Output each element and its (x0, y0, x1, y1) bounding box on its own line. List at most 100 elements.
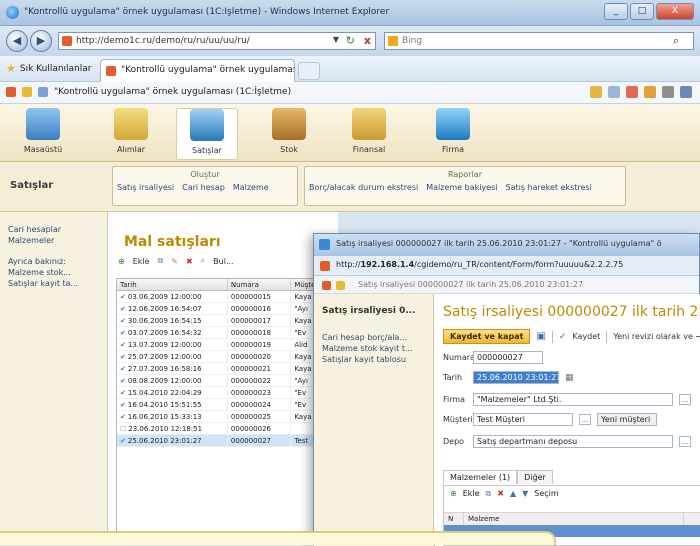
add-icon[interactable]: ⊕ (118, 257, 125, 266)
column-header-number[interactable]: Numara (228, 279, 292, 290)
add-button[interactable]: Ekle (133, 257, 150, 266)
add-icon[interactable]: ⊕ (450, 489, 457, 499)
ribbon-desktop[interactable]: Masaüstü (12, 108, 74, 160)
warehouse-lookup-button[interactable]: ... (679, 436, 691, 447)
delete-icon[interactable]: ✖ (186, 257, 193, 266)
firm-lookup-button[interactable]: ... (679, 394, 691, 405)
column-header-material[interactable]: Malzeme (464, 513, 684, 525)
nav-material-stock[interactable]: Malzeme stok kayıt t... (322, 343, 425, 354)
nav-materials[interactable]: Malzemeler (8, 235, 99, 246)
address-bar[interactable]: http://demo1c.ru/demo/ru/ru/uu/uu/ru/ ▼ … (58, 32, 376, 50)
feeds-icon[interactable] (22, 87, 32, 97)
date-field[interactable]: 25.06.2010 23:01:27 (473, 371, 561, 384)
report-sales-link[interactable]: Satış hareket ekstresi (506, 183, 592, 192)
search-icon[interactable]: ⌕ (201, 256, 205, 266)
cash-register-icon (190, 109, 224, 141)
selection-button[interactable]: Seçim (534, 489, 558, 499)
nav-account-debts[interactable]: Cari hesap borç/ala... (322, 332, 425, 343)
safety-icon[interactable] (626, 86, 638, 98)
copy-icon[interactable]: ⧉ (486, 489, 492, 499)
firm-field[interactable]: "Malzemeler" Ltd.Şti. (473, 393, 673, 406)
find-button[interactable]: Bul... (213, 257, 233, 266)
column-header-date[interactable]: Tarih (117, 279, 228, 290)
table-row[interactable]: ✔ 08.08.2009 12:00:00 000000022 "Ayı (117, 375, 329, 387)
tools-icon[interactable] (644, 86, 656, 98)
create-material-link[interactable]: Malzeme (233, 183, 269, 192)
post-icon[interactable]: ✓ (559, 332, 567, 342)
popup-nav-title[interactable]: Satış irsaliyesi 0... (322, 306, 425, 316)
tab-other[interactable]: Diğer (517, 470, 553, 484)
calendar-icon[interactable]: ▦ (565, 373, 574, 383)
table-row[interactable]: ✔ 12.06.2009 16:54:07 000000016 "Ayı (117, 303, 329, 315)
nav-accounts[interactable]: Cari hesaplar (8, 224, 99, 235)
table-row[interactable]: ✔ 03.06.2009 12:00:00 000000015 Kaya (117, 291, 329, 303)
create-account-link[interactable]: Cari hesap (182, 183, 225, 192)
stop-icon[interactable]: x (364, 34, 371, 47)
table-row[interactable]: ✔ 30.06.2009 16:54:15 000000017 Kaya (117, 315, 329, 327)
ribbon-label: Alımlar (116, 145, 146, 154)
home-icon[interactable] (6, 87, 16, 97)
create-sales-invoice-link[interactable]: Satış irsaliyesi (117, 183, 174, 192)
popup-address-bar[interactable]: http://192.168.1.4/cgidemo/ru_TR/content… (314, 256, 699, 276)
table-row[interactable]: ✔ 13.07.2009 12:00:00 000000019 Alid (117, 339, 329, 351)
table-row[interactable]: ✔ 03.07.2009 16:54:32 000000018 "Ev (117, 327, 329, 339)
report-debt-link[interactable]: Borç/alacak durum ekstresi (309, 183, 418, 192)
home-icon[interactable] (322, 281, 331, 290)
ribbon-purchases[interactable]: Alımlar (100, 108, 162, 160)
new-customer-button[interactable]: Yeni müşteri (597, 413, 657, 426)
back-button[interactable]: ◀ (6, 30, 28, 52)
cell-date: 15.04.2010 22:04:29 (127, 389, 202, 397)
refresh-icon[interactable]: ↻ (346, 34, 355, 47)
feeds-icon[interactable] (336, 281, 345, 290)
ribbon-company[interactable]: Firma (422, 108, 484, 160)
page-menu-icon[interactable] (590, 86, 602, 98)
move-up-icon[interactable]: ▲ (510, 489, 516, 499)
more-actions-button[interactable]: Yeni revizi olarak ve → (613, 332, 700, 341)
table-row[interactable]: ✔ 15.04.2010 22:04:29 000000023 "Ev (117, 387, 329, 399)
nav-sales-register[interactable]: Satışlar kayıt tablosu (322, 354, 425, 365)
new-tab-button[interactable] (298, 62, 320, 80)
move-down-icon[interactable]: ▼ (522, 489, 528, 499)
ribbon-sales[interactable]: Satışlar (176, 108, 238, 160)
nav-material-stock[interactable]: Malzeme stok... (8, 267, 99, 278)
address-dropdown-icon[interactable]: ▼ (333, 35, 339, 44)
column-header-n[interactable]: N (444, 513, 464, 525)
delete-icon[interactable]: ✖ (497, 489, 504, 499)
save-icon[interactable]: ▣ (536, 331, 545, 342)
table-row[interactable]: ✔ 27.07.2009 16:58:16 000000021 Kaya (117, 363, 329, 375)
ribbon-stock[interactable]: Stok (258, 108, 320, 160)
address-url[interactable]: http://demo1c.ru/demo/ru/ru/uu/uu/ru/ (76, 36, 250, 46)
add-row-button[interactable]: Ekle (463, 489, 480, 499)
search-icon[interactable]: ⌕ (673, 34, 679, 48)
close-button[interactable]: X (656, 3, 694, 20)
edit-icon[interactable]: ✎ (171, 257, 178, 266)
table-row-selected[interactable]: ✔ 25.06.2010 23:01:27 000000027 Test (117, 435, 329, 447)
customer-field[interactable]: Test Müşteri (473, 413, 573, 426)
maximize-button[interactable]: □ (630, 3, 654, 20)
forward-button[interactable]: ▶ (30, 30, 52, 52)
search-input[interactable]: Bing ⌕ (384, 32, 694, 50)
mail-icon[interactable] (38, 87, 48, 97)
tab-materials[interactable]: Malzemeler (1) (443, 470, 518, 484)
favorites-bar: ★ Sık Kullanılanlar "Kontrollü uygulama"… (0, 56, 700, 82)
table-row[interactable]: ✔ 16.06.2010 15:33:13 000000025 Kaya (117, 411, 329, 423)
table-row[interactable]: ☐ 23.06.2010 12:18:51 000000026 (117, 423, 329, 435)
print-icon[interactable] (608, 86, 620, 98)
customer-lookup-button[interactable]: ... (579, 414, 591, 425)
help-icon[interactable] (680, 86, 692, 98)
bookmark-icon[interactable] (662, 86, 674, 98)
table-row[interactable]: ✔ 25.07.2009 12:00:00 000000020 Kaya (117, 351, 329, 363)
favorites-button[interactable]: ★ Sık Kullanılanlar (6, 62, 91, 75)
sales-table: Tarih Numara Müşteri ✔ 03.06.2009 12:00:0… (116, 278, 330, 544)
save-button[interactable]: Kaydet (572, 332, 600, 341)
save-and-close-button[interactable]: Kaydet ve kapat (443, 329, 531, 344)
warehouse-field[interactable]: Satış departmanı deposu (473, 435, 673, 448)
copy-icon[interactable]: ⧉ (158, 256, 164, 266)
report-stock-link[interactable]: Malzeme bakiyesi (426, 183, 497, 192)
ribbon-finance[interactable]: Finansal (338, 108, 400, 160)
nav-sales-register[interactable]: Satışlar kayıt ta... (8, 278, 99, 289)
table-row[interactable]: ✔ 16.04.2010 15:51:55 000000024 "Ev (117, 399, 329, 411)
number-field[interactable]: 000000027 (473, 351, 543, 364)
minimize-button[interactable]: _ (604, 3, 628, 20)
browser-tab-active[interactable]: "Kontrollü uygulama" örnek uygulaması (1… (100, 59, 295, 82)
